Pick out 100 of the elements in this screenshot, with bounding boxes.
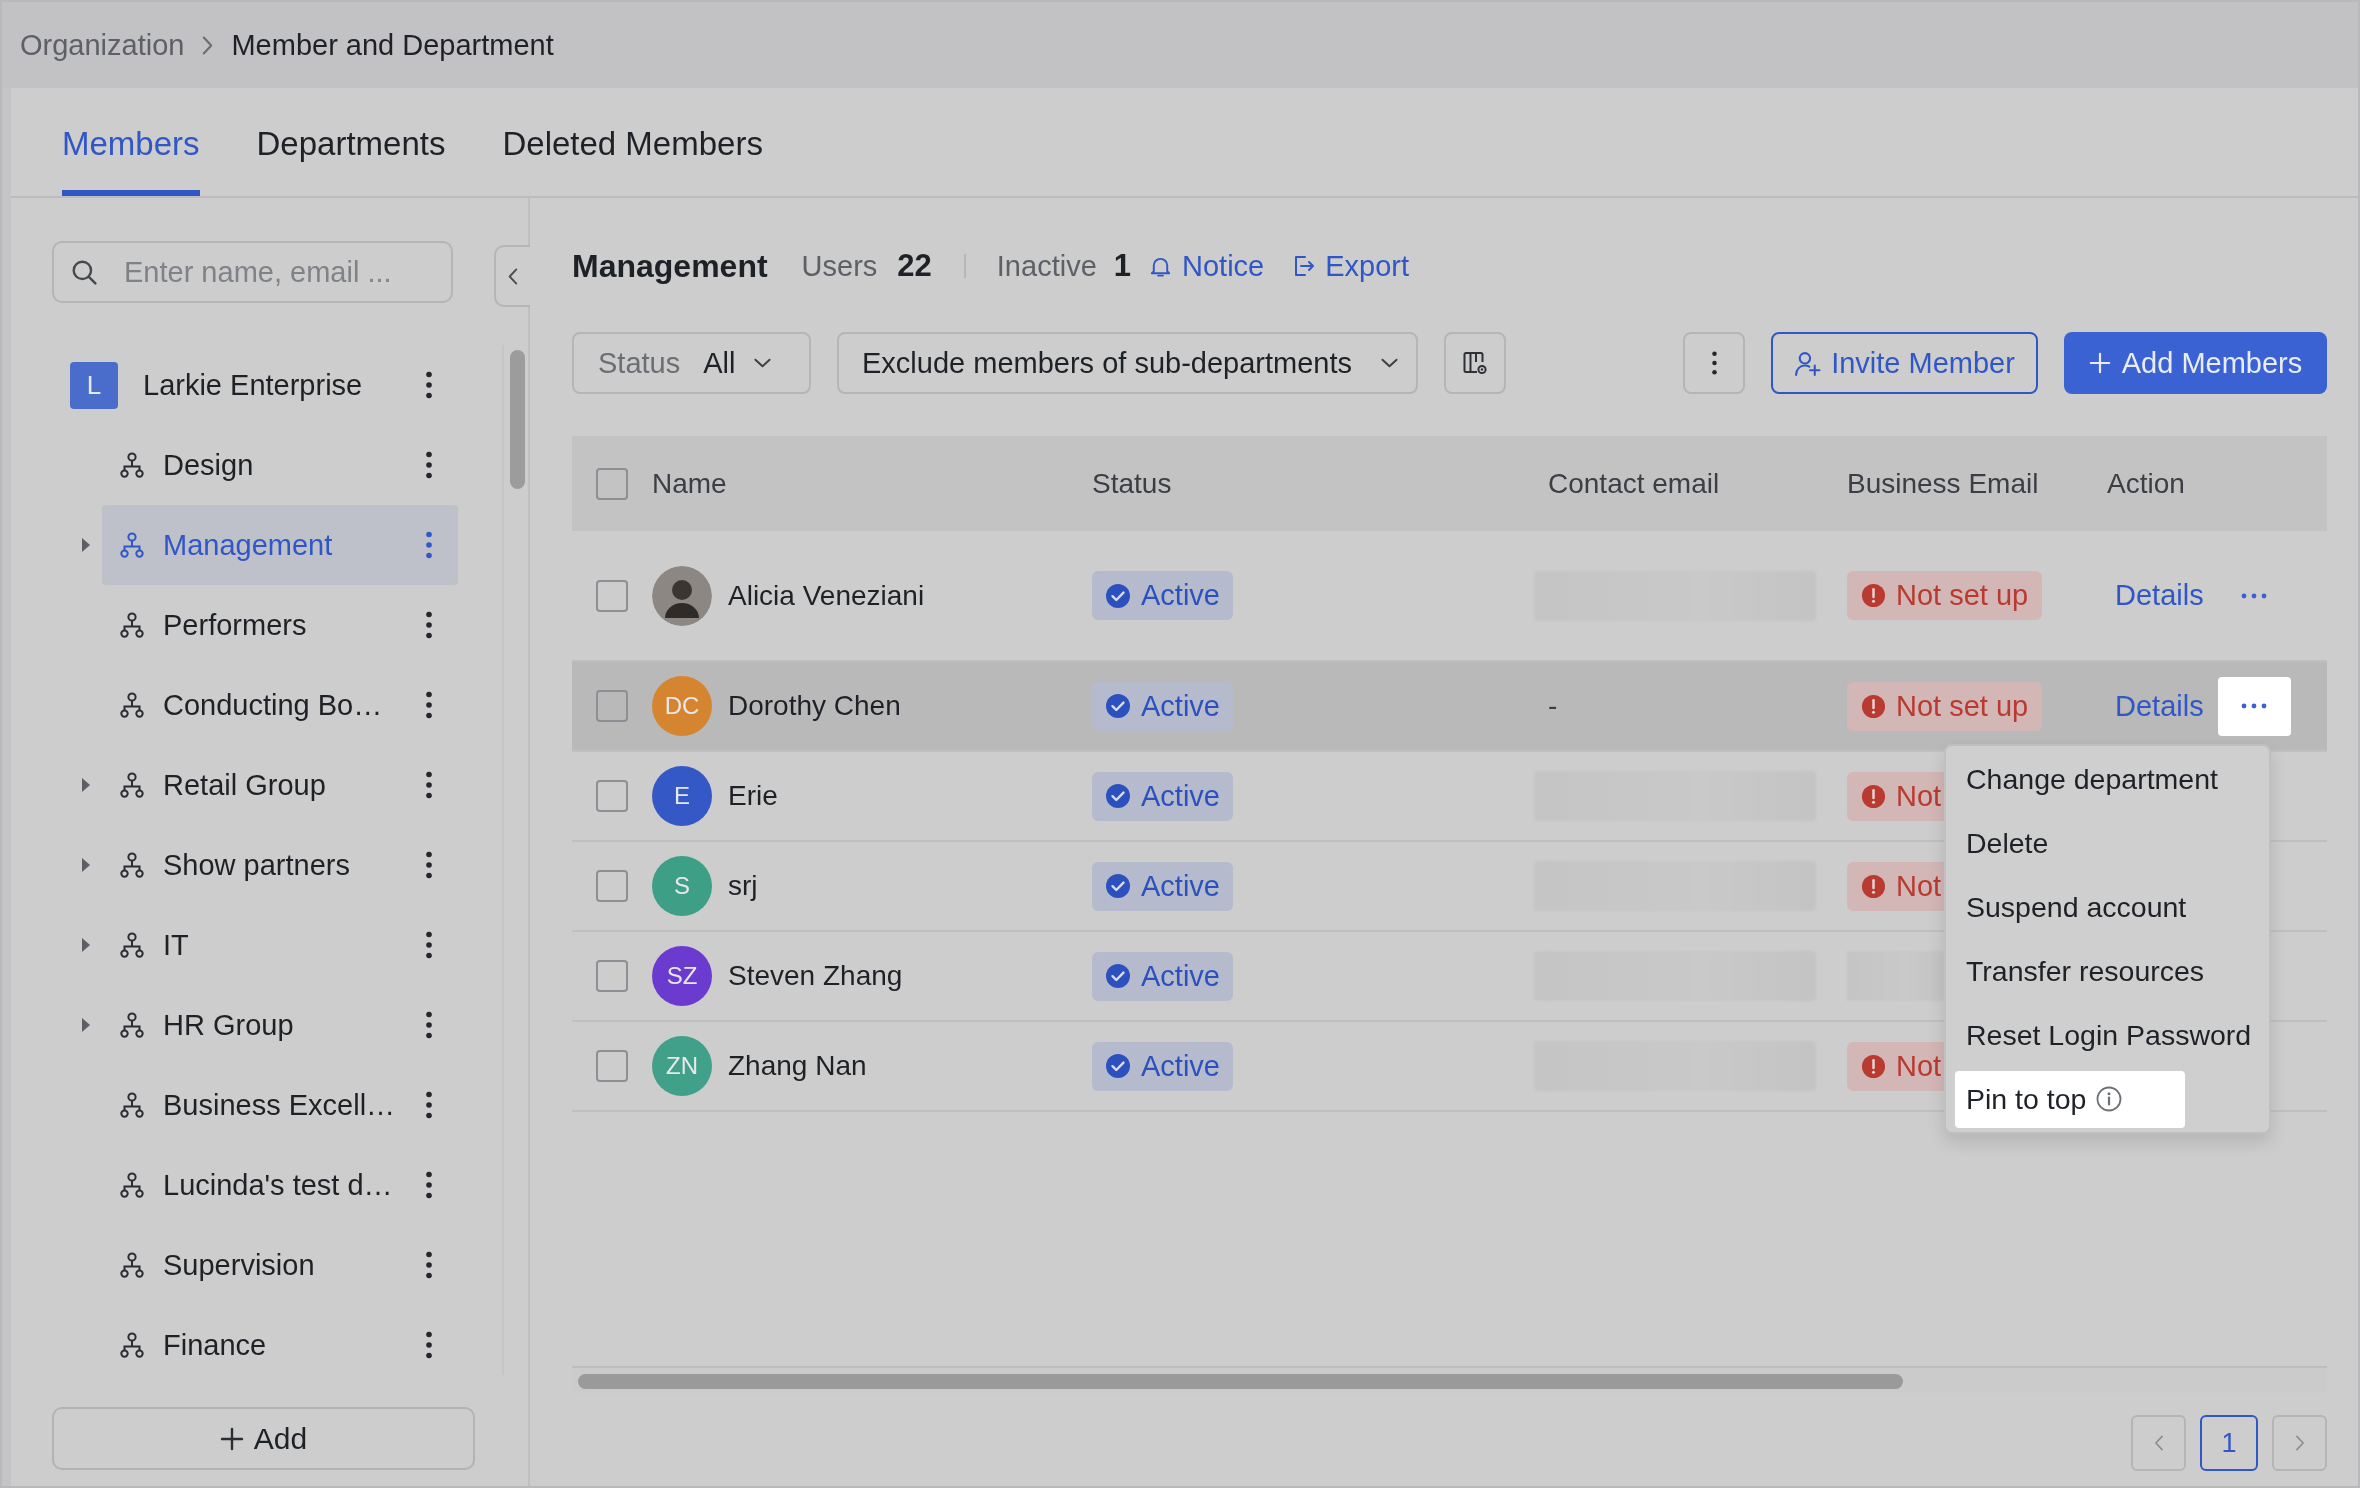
scrollbar-thumb[interactable]: [578, 1374, 1903, 1389]
tree-item[interactable]: L Larkie Enterprise: [11, 345, 458, 425]
check-circle-icon: [1105, 1053, 1131, 1079]
check-circle-icon: [1105, 693, 1131, 719]
tree-item[interactable]: Supervision: [102, 1225, 458, 1305]
tree-item[interactable]: Performers: [102, 585, 458, 665]
org-chart-icon: [119, 932, 145, 958]
users-count: 22: [897, 248, 932, 284]
details-link[interactable]: Details: [2115, 579, 2204, 612]
status-filter-dropdown[interactable]: Status All: [572, 332, 811, 394]
department-scope-dropdown[interactable]: Exclude members of sub-departments: [837, 332, 1418, 394]
more-options-icon[interactable]: [425, 611, 433, 639]
more-options-icon[interactable]: [425, 371, 433, 399]
tree-item[interactable]: Conducting Bo…: [102, 665, 458, 745]
org-chart-icon: [119, 1252, 145, 1278]
scrollbar-thumb[interactable]: [510, 350, 525, 489]
org-chart-icon: [119, 772, 145, 798]
check-circle-icon: [1105, 582, 1131, 609]
chevron-right-icon: [2294, 1435, 2305, 1451]
info-icon: [2096, 1086, 2123, 1112]
column-header: Status: [1092, 467, 1172, 500]
org-chart-icon: [119, 532, 145, 558]
menu-item[interactable]: Pin to top: [1955, 1070, 2185, 1128]
search-icon: [71, 259, 97, 285]
caret-right-icon[interactable]: [82, 1018, 90, 1032]
member-name: Dorothy Chen: [728, 690, 901, 722]
breadcrumb-link[interactable]: Organization: [20, 28, 185, 62]
column-header: Action: [2107, 467, 2185, 500]
chevron-down-icon: [1381, 358, 1398, 368]
tree-item[interactable]: Retail Group: [102, 745, 458, 825]
column-settings-button[interactable]: [1444, 332, 1506, 394]
chevron-down-icon: [754, 358, 772, 368]
more-options-icon[interactable]: [425, 931, 433, 959]
row-checkbox[interactable]: [596, 579, 628, 612]
add-members-button[interactable]: Add Members: [2064, 332, 2327, 394]
more-options-icon[interactable]: [425, 1251, 433, 1279]
select-all-checkbox[interactable]: [596, 467, 628, 500]
error-icon: [1861, 873, 1886, 899]
tree-item[interactable]: Finance: [102, 1305, 458, 1375]
menu-item[interactable]: Delete: [1955, 814, 2185, 872]
invite-member-button[interactable]: Invite Member: [1771, 332, 2038, 394]
status-label: Active: [1141, 579, 1220, 612]
more-options-icon[interactable]: [425, 771, 433, 799]
contact-email: -: [1548, 690, 1558, 722]
avatar: DC: [652, 676, 712, 736]
page-button[interactable]: 1: [2200, 1415, 2258, 1471]
column-settings-icon: [1462, 350, 1488, 376]
tree-item[interactable]: Design: [102, 425, 458, 505]
caret-right-icon[interactable]: [82, 858, 90, 872]
tree-item[interactable]: HR Group: [102, 985, 458, 1065]
organization-logo: L: [70, 361, 118, 409]
add-department-button[interactable]: Add: [52, 1407, 475, 1470]
check-circle-icon: [1105, 783, 1131, 809]
caret-right-icon[interactable]: [82, 538, 90, 552]
more-options-icon[interactable]: [425, 451, 433, 479]
error-icon: [1861, 583, 1886, 608]
org-chart-icon: [119, 1092, 145, 1118]
more-options-icon[interactable]: [425, 1171, 433, 1199]
tree-item[interactable]: Management: [102, 505, 458, 585]
status-label: Active: [1141, 959, 1220, 993]
row-checkbox[interactable]: [596, 960, 628, 992]
tree-item[interactable]: Show partners: [102, 825, 458, 905]
search-field[interactable]: Enter name, email ...: [52, 241, 453, 303]
tab[interactable]: Departments: [256, 88, 446, 196]
caret-right-icon[interactable]: [82, 938, 90, 952]
tree-item[interactable]: Business Excell…: [102, 1065, 458, 1145]
more-options-icon[interactable]: [425, 1091, 433, 1119]
status-label: Active: [1141, 689, 1220, 723]
menu-item[interactable]: Suspend account: [1955, 878, 2198, 936]
row-checkbox[interactable]: [596, 690, 628, 722]
org-chart-icon: [119, 852, 145, 878]
email-status-label: Not: [1896, 1049, 1942, 1083]
caret-right-icon[interactable]: [82, 778, 90, 792]
tree-item[interactable]: IT: [102, 905, 458, 985]
row-checkbox[interactable]: [596, 1050, 628, 1082]
avatar: SZ: [652, 946, 712, 1006]
org-chart-icon: [119, 692, 145, 718]
users-label: Users: [801, 249, 878, 283]
tab[interactable]: Deleted Members: [502, 88, 763, 196]
tab[interactable]: Members: [62, 88, 200, 196]
notice-link[interactable]: Notice: [1149, 249, 1265, 283]
menu-item[interactable]: Transfer resources: [1955, 942, 2216, 1000]
more-options-icon[interactable]: [425, 1331, 433, 1359]
more-options-icon[interactable]: [425, 851, 433, 879]
avatar: E: [652, 766, 712, 826]
row-checkbox[interactable]: [596, 780, 628, 812]
email-status-label: Not: [1896, 869, 1942, 903]
export-link[interactable]: Export: [1292, 249, 1410, 283]
avatar: S: [652, 856, 712, 916]
tree-item[interactable]: Lucinda's test d…: [102, 1145, 458, 1225]
menu-item[interactable]: Change department: [1955, 750, 2229, 808]
more-options-icon[interactable]: [425, 691, 433, 719]
menu-item[interactable]: Reset Login Password: [1955, 1006, 2263, 1064]
member-name: Alicia Veneziani: [728, 579, 925, 612]
chevron-left-icon: [2153, 1435, 2164, 1451]
row-checkbox[interactable]: [596, 870, 628, 902]
member-name: Erie: [728, 780, 778, 812]
more-options-icon[interactable]: [425, 1011, 433, 1039]
status-label: Active: [1141, 869, 1220, 903]
email-status-label: Not: [1896, 779, 1942, 813]
